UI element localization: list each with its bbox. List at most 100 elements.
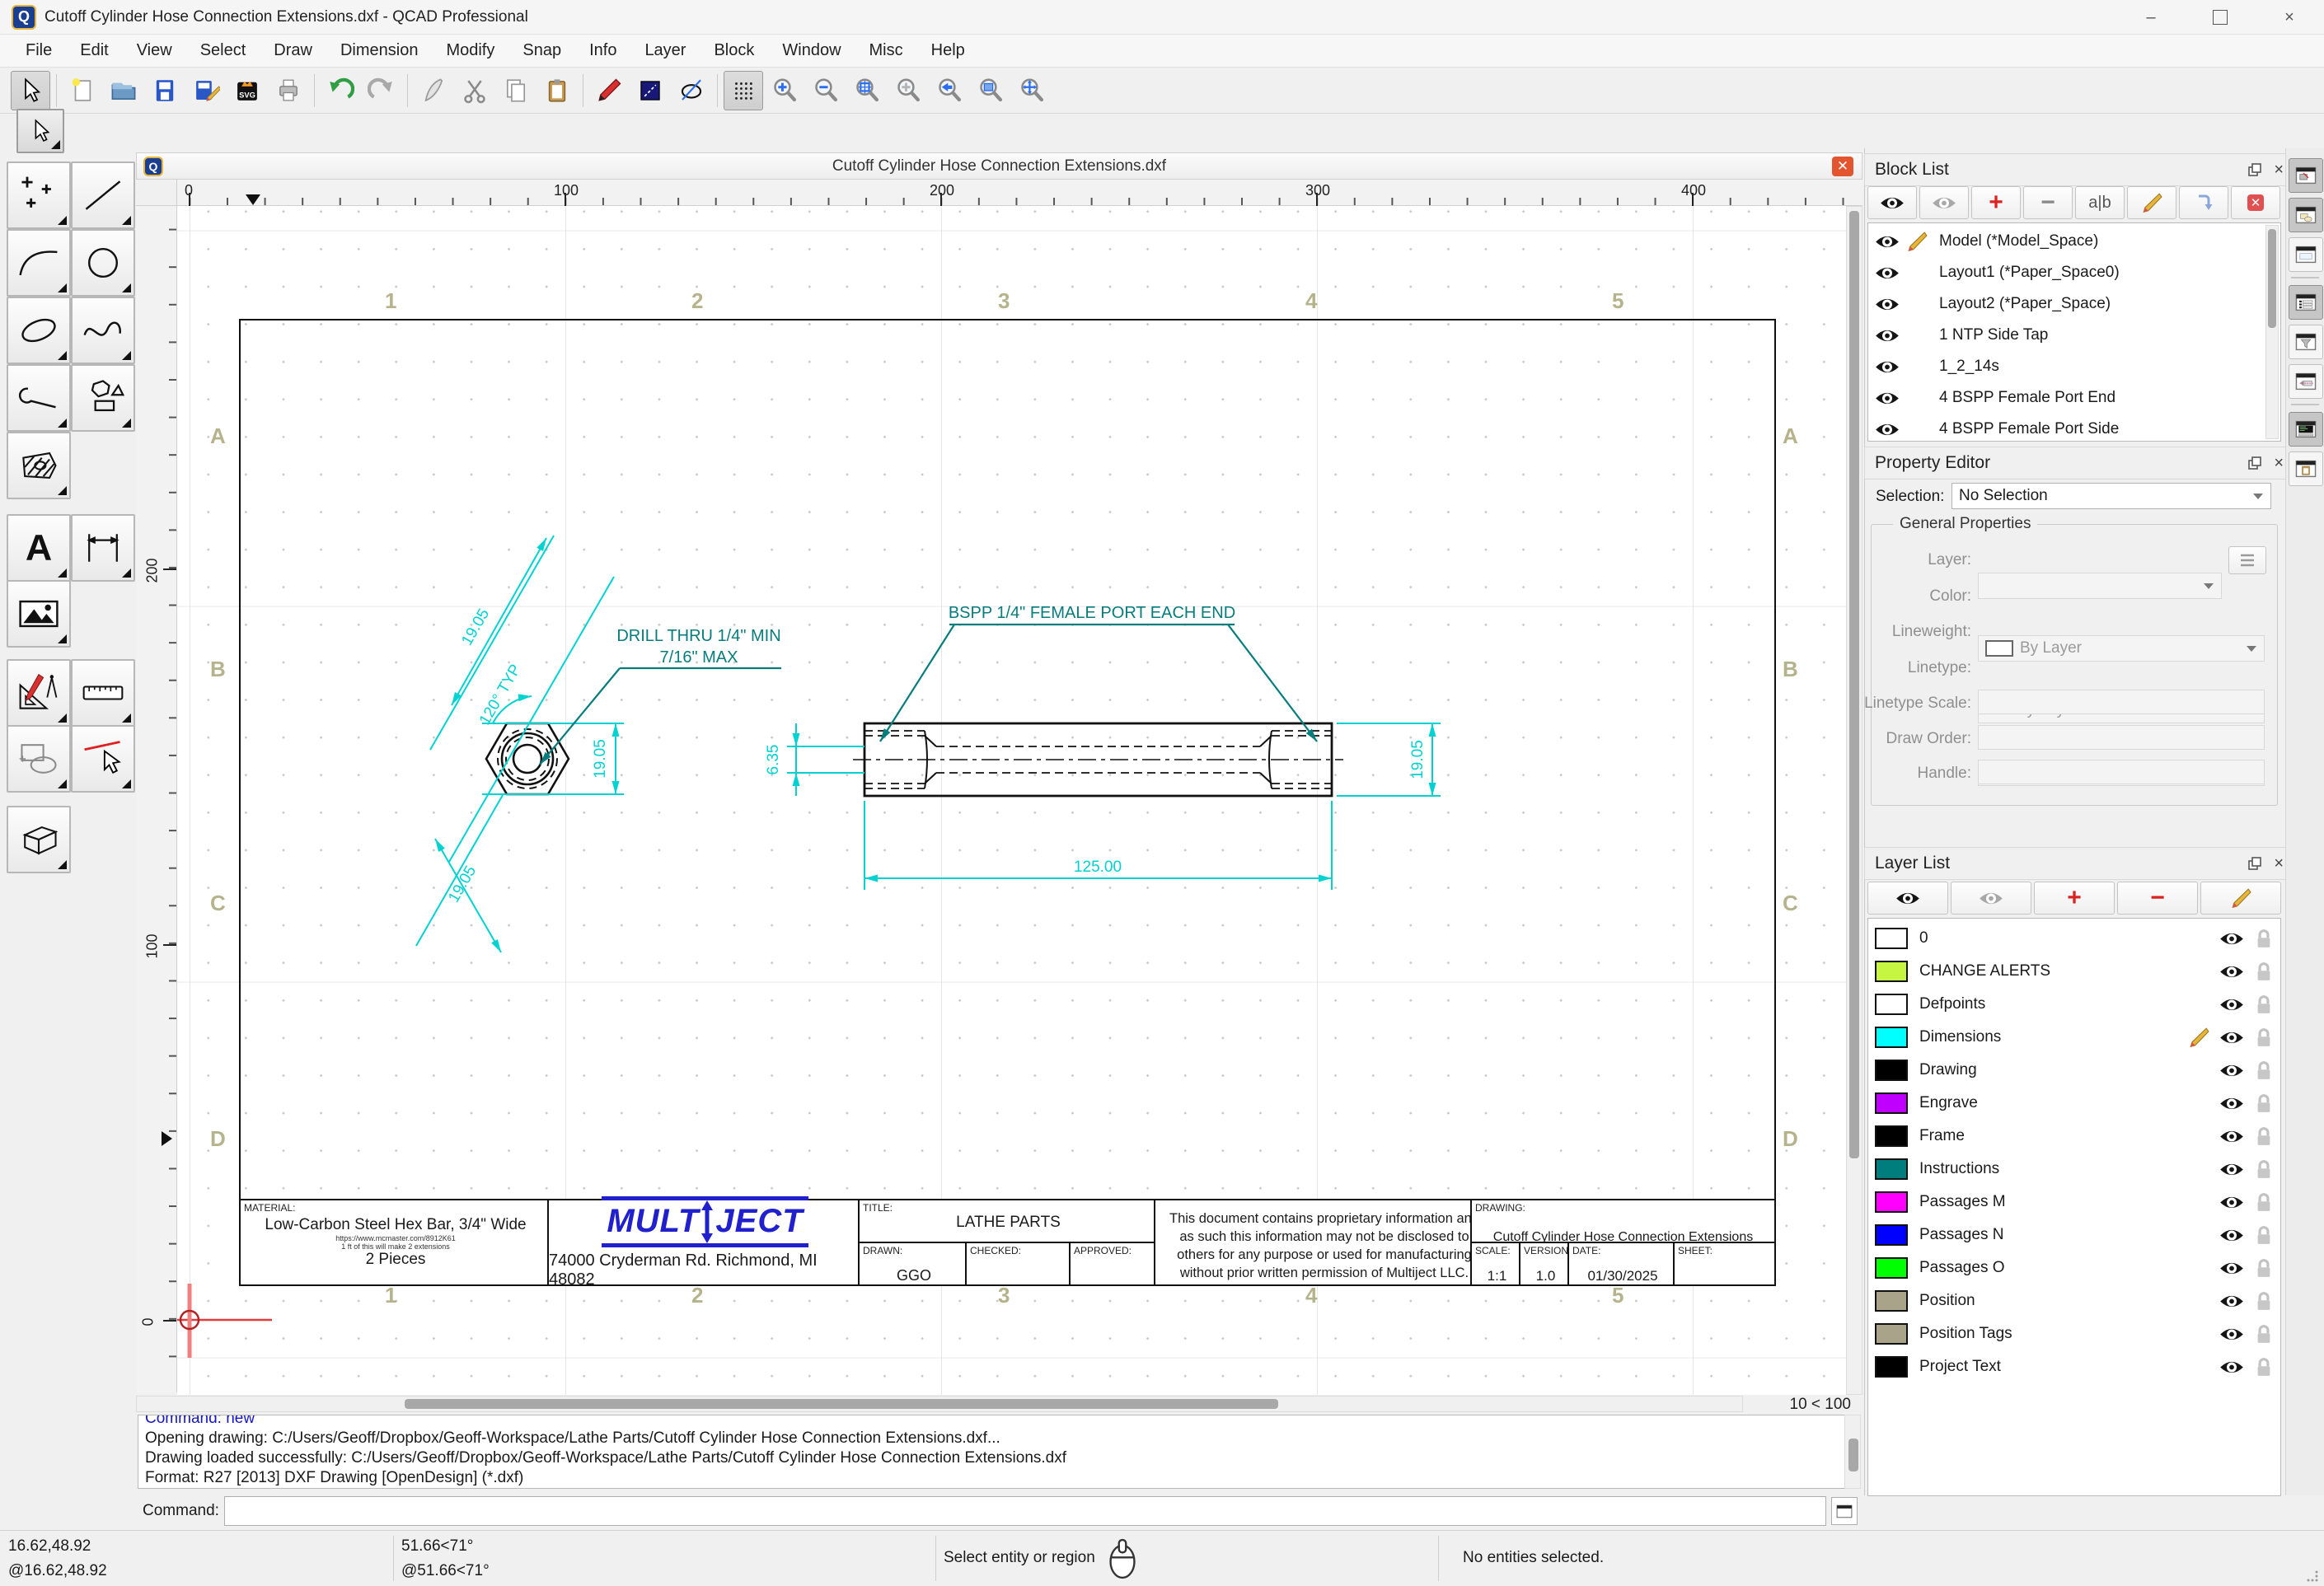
save-button[interactable] (145, 71, 185, 110)
toggle-property-editor-panel[interactable] (2289, 451, 2323, 486)
layer-show-all-button[interactable] (1867, 882, 1948, 915)
cut-button[interactable] (455, 71, 494, 110)
selection-tools-button[interactable] (7, 725, 71, 793)
lock-icon[interactable] (2254, 1027, 2274, 1049)
layer-remove-button[interactable]: − (2117, 882, 2198, 915)
layer-list[interactable]: 0 CHANGE ALERTS Defpoints Dimensions Dra… (1867, 918, 2281, 1496)
float-panel-icon[interactable] (2247, 456, 2262, 470)
layer-combo[interactable] (1978, 573, 2222, 599)
circle-tools-button[interactable] (71, 229, 135, 297)
selection-combo[interactable]: No Selection (1952, 483, 2271, 509)
redo-button[interactable] (362, 71, 401, 110)
svg-export-button[interactable]: SVG (227, 71, 267, 110)
drafting-tools-button[interactable] (7, 659, 71, 727)
draw-pencil-button[interactable] (589, 71, 629, 110)
active-selection-tool-button[interactable] (16, 109, 64, 153)
close-panel-icon[interactable]: × (2274, 456, 2284, 470)
polyline-tools-button[interactable] (7, 364, 71, 432)
zoom-selection-button[interactable] (888, 71, 928, 110)
layer-menu-button[interactable] (2228, 546, 2266, 574)
layer-row[interactable]: Passages O (1868, 1251, 2280, 1284)
toggle-selection-filter-panel[interactable] (2289, 325, 2323, 359)
block-rename-button[interactable]: a|b (2075, 186, 2125, 219)
viewport-vscrollbar[interactable] (1846, 206, 1862, 1395)
layer-visible-icon[interactable] (2219, 1062, 2244, 1079)
menu-edit[interactable]: Edit (66, 36, 122, 65)
resize-grip[interactable] (2306, 1570, 2319, 1583)
handle-input[interactable] (1978, 760, 2265, 784)
property-editor-header[interactable]: Property Editor × (1864, 447, 2296, 480)
toggle-layer-list-panel[interactable] (2289, 285, 2323, 320)
block-row[interactable]: 1_2_14s (1868, 350, 2280, 383)
menu-block[interactable]: Block (700, 36, 768, 65)
command-options-button[interactable] (1831, 1497, 1858, 1525)
layer-visible-icon[interactable] (2219, 1326, 2244, 1343)
command-input[interactable] (224, 1496, 1826, 1526)
menu-view[interactable]: View (123, 36, 186, 65)
drawing-viewport[interactable]: 1 2 3 4 5 1 2 3 4 5 A B C D A B C D (177, 206, 1846, 1395)
shape-tools-button[interactable] (71, 364, 135, 432)
lock-icon[interactable] (2254, 1323, 2274, 1345)
layer-row[interactable]: Passages M (1868, 1186, 2280, 1219)
copy-button[interactable] (496, 71, 536, 110)
block-row[interactable]: 4 BSPP Female Port End (1868, 381, 2280, 414)
menu-misc[interactable]: Misc (855, 36, 917, 65)
viewport-hscrollbar[interactable] (136, 1396, 1743, 1412)
block-edit-button[interactable] (2127, 186, 2176, 219)
menu-modify[interactable]: Modify (432, 36, 508, 65)
layer-row[interactable]: Frame (1868, 1120, 2280, 1153)
block-row[interactable]: Layout1 (*Paper_Space0) (1868, 256, 2280, 289)
menu-snap[interactable]: Snap (508, 36, 575, 65)
lock-icon[interactable] (2254, 1356, 2274, 1378)
close-panel-icon[interactable]: × (2274, 162, 2284, 177)
layer-visible-icon[interactable] (2219, 1128, 2244, 1145)
zoom-window-button[interactable] (971, 71, 1010, 110)
layer-row[interactable]: Passages N (1868, 1219, 2280, 1251)
close-button[interactable]: × (2255, 0, 2324, 35)
zoom-auto-button[interactable] (847, 71, 887, 110)
document-titlebar[interactable]: Q Cutoff Cylinder Hose Connection Extens… (136, 152, 1862, 180)
zoom-out-button[interactable] (806, 71, 846, 110)
float-panel-icon[interactable] (2247, 162, 2262, 177)
linetype-scale-input[interactable] (1978, 690, 2265, 714)
open-file-button[interactable] (104, 71, 143, 110)
measure-tools-button[interactable] (71, 659, 135, 727)
draw-order-input[interactable] (1978, 725, 2265, 750)
block-list-header[interactable]: Block List × (1864, 153, 2296, 186)
block-list[interactable]: Model (*Model_Space) Layout1 (*Paper_Spa… (1867, 222, 2281, 442)
lock-icon[interactable] (2254, 1092, 2274, 1115)
zoom-in-button[interactable] (765, 71, 804, 110)
layer-edit-button[interactable] (2200, 882, 2281, 915)
layer-list-header[interactable]: Layer List × (1864, 847, 2296, 880)
toggle-view-panel[interactable] (2289, 364, 2323, 399)
layer-visible-icon[interactable] (2219, 1293, 2244, 1310)
layer-visible-icon[interactable] (2219, 1260, 2244, 1277)
layer-row-current[interactable]: Dimensions (1868, 1021, 2280, 1054)
blueprint-mode-button[interactable] (630, 71, 670, 110)
layer-visible-icon[interactable] (2219, 1095, 2244, 1112)
glue-tool-button[interactable] (414, 71, 453, 110)
maximize-button[interactable] (2186, 0, 2255, 35)
menu-select[interactable]: Select (186, 36, 260, 65)
block-row[interactable]: 1 NTP Side Tap (1868, 319, 2280, 352)
block-insert-button[interactable] (2179, 186, 2228, 219)
block-add-button[interactable]: + (1971, 186, 2021, 219)
pan-button[interactable] (1012, 71, 1052, 110)
lock-icon[interactable] (2254, 1257, 2274, 1280)
close-panel-icon[interactable]: × (2274, 856, 2284, 871)
layer-visible-icon[interactable] (2219, 1359, 2244, 1376)
layer-visible-icon[interactable] (2219, 1029, 2244, 1046)
block-purge-button[interactable]: ✕ (2231, 186, 2280, 219)
block-row-model[interactable]: Model (*Model_Space) (1868, 225, 2280, 258)
block-show-all-button[interactable] (1867, 186, 1917, 219)
document-close-button[interactable]: ✕ (1832, 157, 1853, 176)
command-history-scrollbar[interactable] (1844, 1415, 1861, 1489)
new-file-button[interactable] (63, 71, 102, 110)
layer-row[interactable]: Instructions (1868, 1153, 2280, 1186)
menu-draw[interactable]: Draw (260, 36, 326, 65)
layer-row[interactable]: Drawing (1868, 1054, 2280, 1087)
color-combo[interactable]: By Layer (1978, 635, 2265, 662)
block-list-scrollbar[interactable] (2265, 225, 2279, 439)
layer-row[interactable]: CHANGE ALERTS (1868, 955, 2280, 988)
save-as-button[interactable] (186, 71, 226, 110)
